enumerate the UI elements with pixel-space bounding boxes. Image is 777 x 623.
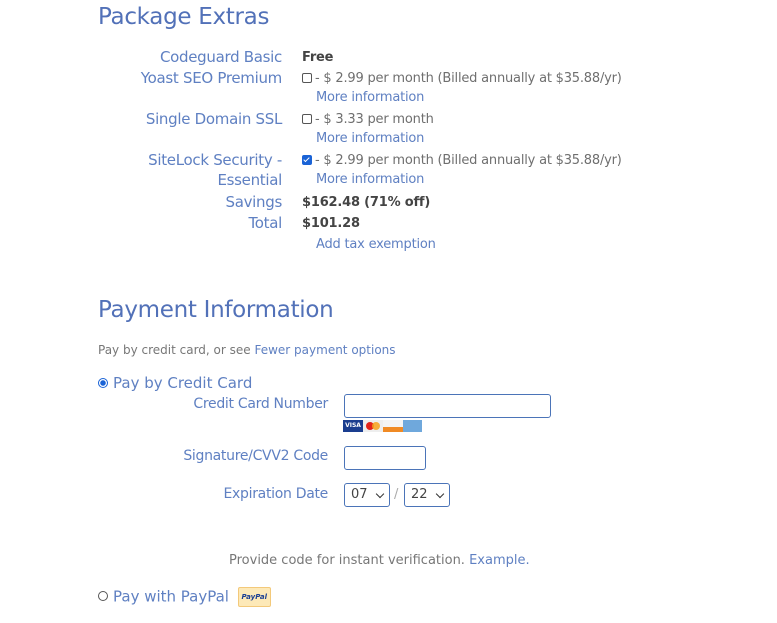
- cvv-input[interactable]: [344, 446, 426, 470]
- payment-intro: Pay by credit card, or see Fewer payment…: [98, 343, 396, 357]
- exp-year-value: 22: [411, 487, 428, 502]
- expiration-date-label: Expiration Date: [223, 486, 329, 502]
- mastercard-icon: [363, 420, 383, 432]
- verification-text: Provide code for instant verification.: [229, 553, 465, 568]
- ssl-label: Single Domain SSL: [145, 110, 282, 128]
- sitelock-option[interactable]: - $ 2.99 per month (Billed annually at $…: [302, 153, 622, 168]
- discover-icon: [383, 420, 403, 432]
- pay-with-paypal-option[interactable]: Pay with PayPal PayPal: [98, 587, 271, 607]
- cc-number-input[interactable]: [344, 394, 551, 418]
- yoast-more-info-link[interactable]: More information: [316, 90, 424, 105]
- payment-information-heading: Payment Information: [98, 297, 334, 323]
- ssl-price: - $ 3.33 per month: [315, 112, 434, 127]
- add-tax-exemption-link[interactable]: Add tax exemption: [316, 237, 436, 252]
- ssl-checkbox[interactable]: [302, 113, 312, 124]
- pay-by-credit-card-option[interactable]: Pay by Credit Card: [98, 374, 252, 392]
- savings-label: Savings: [225, 193, 282, 211]
- yoast-label: Yoast SEO Premium: [140, 69, 283, 87]
- fewer-payment-options-link[interactable]: Fewer payment options: [254, 343, 395, 357]
- codeguard-label: Codeguard Basic: [159, 48, 282, 66]
- chevron-down-icon: [375, 489, 385, 499]
- codeguard-value: Free: [302, 50, 334, 65]
- ssl-more-info-link[interactable]: More information: [316, 131, 424, 146]
- total-value: $101.28: [302, 216, 360, 231]
- savings-value: $162.48 (71% off): [302, 195, 431, 210]
- amex-icon: [403, 420, 422, 432]
- credit-card-radio[interactable]: [98, 377, 108, 388]
- yoast-price: - $ 2.99 per month (Billed annually at $…: [315, 71, 622, 86]
- paypal-radio[interactable]: [98, 591, 108, 601]
- exp-month-select[interactable]: 07: [344, 483, 390, 507]
- exp-year-select[interactable]: 22: [404, 483, 450, 507]
- cvv-label: Signature/CVV2 Code: [183, 448, 328, 464]
- cc-number-label: Credit Card Number: [193, 396, 328, 412]
- exp-month-value: 07: [351, 487, 368, 502]
- credit-card-option-label: Pay by Credit Card: [113, 374, 253, 392]
- visa-icon: VISA: [343, 420, 363, 432]
- sitelock-checkbox[interactable]: [302, 154, 312, 165]
- paypal-logo: PayPal: [237, 587, 271, 607]
- exp-separator: /: [394, 487, 399, 502]
- sitelock-label: SiteLock Security -: [148, 151, 282, 169]
- sitelock-price: - $ 2.99 per month (Billed annually at $…: [315, 153, 622, 168]
- total-label: Total: [248, 214, 282, 232]
- chevron-down-icon: [435, 489, 445, 499]
- example-link[interactable]: Example.: [469, 553, 530, 568]
- sitelock-label-2: Essential: [217, 171, 282, 189]
- verification-note: Provide code for instant verification. E…: [229, 553, 530, 568]
- ssl-option[interactable]: - $ 3.33 per month: [302, 112, 434, 127]
- paypal-option-label: Pay with PayPal: [113, 587, 229, 606]
- payment-intro-text: Pay by credit card, or see: [98, 343, 251, 357]
- yoast-checkbox[interactable]: [302, 72, 312, 83]
- package-extras-heading: Package Extras: [98, 4, 270, 30]
- sitelock-more-info-link[interactable]: More information: [316, 172, 424, 187]
- yoast-option[interactable]: - $ 2.99 per month (Billed annually at $…: [302, 71, 622, 86]
- card-brand-logos: VISA: [343, 420, 422, 432]
